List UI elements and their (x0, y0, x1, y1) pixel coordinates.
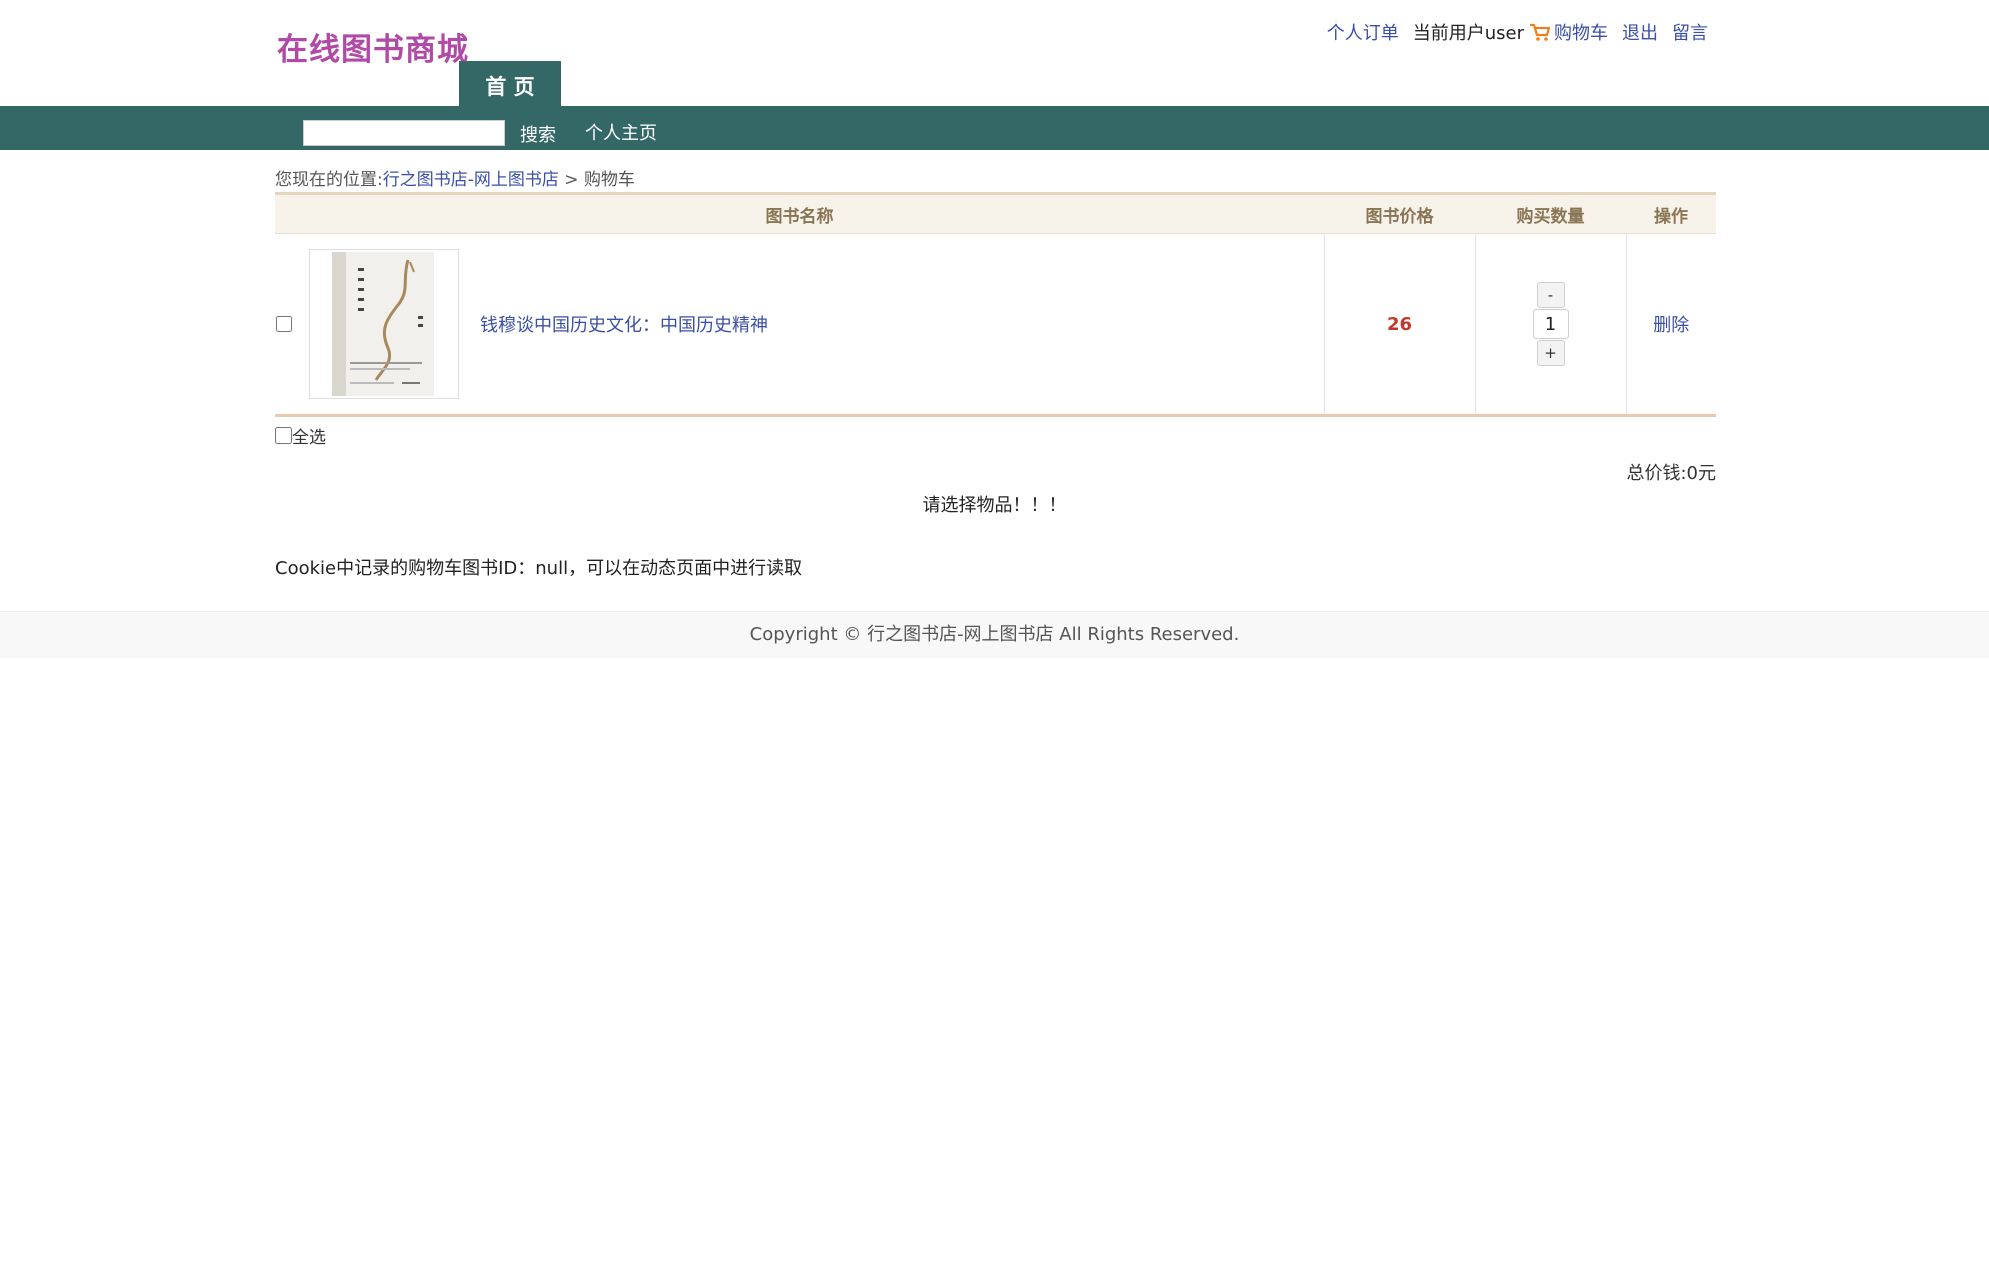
table-row: 钱穆谈中国历史文化：中国历史精神 26 - + 删除 (275, 233, 1716, 417)
search-input[interactable] (303, 120, 505, 146)
decrease-quantity-button[interactable]: - (1536, 282, 1565, 308)
column-header-name: 图书名称 (275, 192, 1324, 234)
column-header-quantity: 购买数量 (1475, 192, 1626, 234)
footer: Copyright © 行之图书店-网上图书店 All Rights Reser… (0, 611, 1989, 658)
current-user-label: 当前用户user (1412, 23, 1524, 44)
breadcrumb-home-link[interactable]: 行之图书店-网上图书店 (383, 170, 559, 190)
item-checkbox[interactable] (276, 315, 292, 332)
book-price: 26 (1323, 233, 1475, 417)
select-all-label: 全选 (292, 428, 326, 448)
header: 在线图书商城 首 页 个人订单 当前用户user 购物车 退出 留言 (0, 0, 1989, 106)
book-cell: 钱穆谈中国历史文化：中国历史精神 (309, 233, 1324, 417)
cookie-note: Cookie中记录的购物车图书ID：null，可以在动态页面中进行读取 (275, 558, 803, 579)
select-all-control[interactable]: 全选 (275, 423, 326, 448)
message-link[interactable]: 留言 (1672, 19, 1708, 45)
navbar: 搜索 个人主页 (0, 106, 1989, 150)
breadcrumb-prefix: 您现在的位置: (275, 170, 383, 190)
book-title-link[interactable]: 钱穆谈中国历史文化：中国历史精神 (480, 311, 768, 337)
increase-quantity-button[interactable]: + (1536, 340, 1565, 366)
cart-icon (1529, 22, 1551, 42)
search-button[interactable]: 搜索 (520, 121, 556, 147)
row-checkbox-cell (275, 233, 309, 417)
breadcrumb: 您现在的位置:行之图书店-网上图书店 > 购物车 (275, 165, 635, 190)
select-all-checkbox[interactable] (275, 427, 292, 444)
breadcrumb-separator: > (564, 170, 579, 190)
quantity-stepper: - + (1532, 281, 1569, 367)
cart-table: 图书名称 图书价格 购买数量 操作 钱穆谈中国历史文化：中国历史精神 26 - … (275, 192, 1716, 417)
my-orders-link[interactable]: 个人订单 (1327, 19, 1399, 45)
delete-item-link[interactable]: 删除 (1653, 315, 1689, 336)
breadcrumb-current: 购物车 (583, 170, 635, 190)
quantity-input[interactable] (1532, 309, 1569, 339)
book-cover-image[interactable] (309, 249, 459, 399)
select-item-message: 请选择物品！！！ (922, 495, 1067, 516)
copyright-text: Copyright © 行之图书店-网上图书店 All Rights Reser… (749, 624, 1240, 645)
personal-home-link[interactable]: 个人主页 (585, 119, 657, 145)
logout-link[interactable]: 退出 (1622, 19, 1658, 45)
column-header-action: 操作 (1626, 192, 1716, 234)
top-links: 个人订单 当前用户user 购物车 退出 留言 (1327, 19, 1708, 45)
site-logo[interactable]: 在线图书商城 (277, 24, 469, 69)
table-header-row: 图书名称 图书价格 购买数量 操作 (275, 192, 1716, 234)
action-cell: 删除 (1625, 233, 1716, 417)
cart-link[interactable]: 购物车 (1554, 19, 1608, 45)
total-price: 总价钱:0元 (1626, 463, 1716, 484)
tab-home[interactable]: 首 页 (459, 61, 561, 106)
quantity-cell: - + (1474, 233, 1626, 417)
column-header-price: 图书价格 (1324, 192, 1475, 234)
